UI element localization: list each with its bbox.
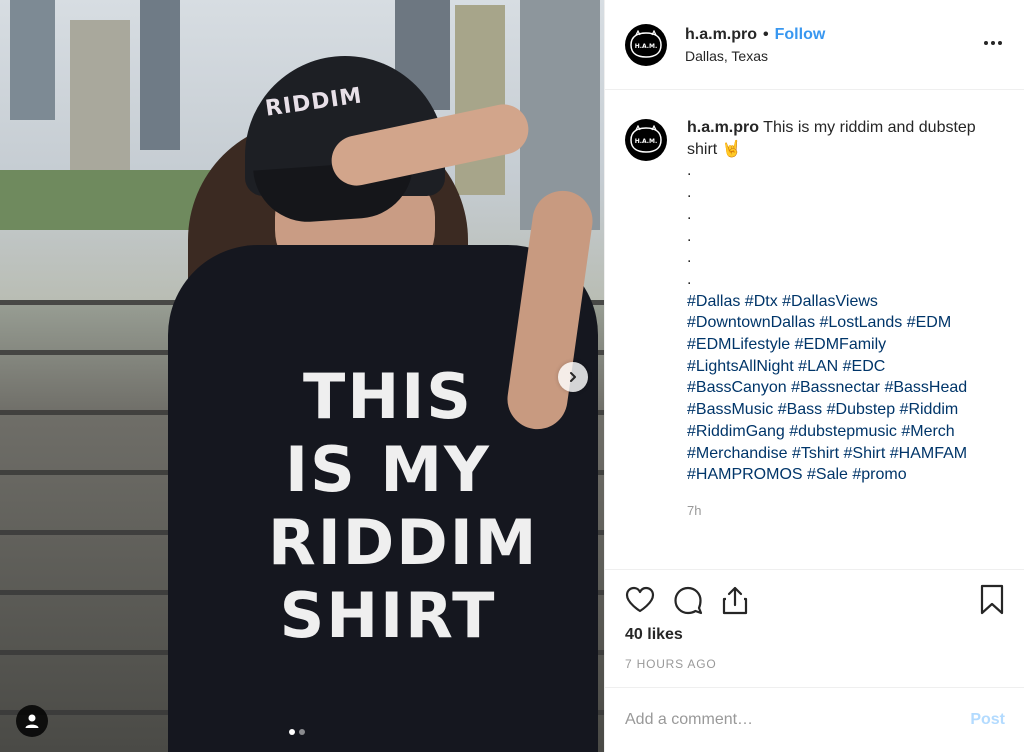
- bookmark-icon: [980, 584, 1004, 615]
- heart-icon: [625, 586, 655, 613]
- share-button[interactable]: [721, 585, 749, 615]
- comment-button[interactable]: [673, 585, 703, 615]
- more-options-button[interactable]: [982, 32, 1004, 59]
- save-button[interactable]: [979, 584, 1005, 616]
- building: [140, 0, 180, 150]
- avatar[interactable]: H.A.M.: [625, 119, 667, 161]
- comment-icon: [674, 586, 703, 615]
- share-icon: [722, 586, 748, 615]
- ham-logo-icon: H.A.M.: [630, 125, 662, 153]
- separator-dot: •: [763, 25, 769, 43]
- carousel-indicator: [289, 729, 305, 735]
- post-timestamp[interactable]: 7 HOURS AGO: [625, 657, 1005, 671]
- follow-button[interactable]: Follow: [775, 26, 826, 44]
- hashtags[interactable]: #Dallas #Dtx #DallasViews #DowntownDalla…: [687, 291, 983, 486]
- post-header: H.A.M. h.a.m.pro • Follow Dallas, Texas: [605, 0, 1024, 90]
- caption-dot: .: [687, 162, 692, 180]
- user-icon: [25, 714, 39, 728]
- post-sidebar: H.A.M. h.a.m.pro • Follow Dallas, Texas: [604, 0, 1024, 752]
- chevron-right-icon: [570, 372, 576, 382]
- comment-input[interactable]: [625, 711, 971, 729]
- building: [10, 0, 55, 120]
- caption-username[interactable]: h.a.m.pro: [687, 119, 759, 136]
- caption-dot: .: [687, 227, 692, 245]
- caption-timestamp: 7h: [687, 502, 702, 518]
- ham-logo-icon: H.A.M.: [630, 29, 662, 58]
- tagged-users-button[interactable]: [16, 705, 48, 737]
- carousel-dot: [299, 729, 305, 735]
- post-caption: h.a.m.pro This is my riddim and dubstep …: [687, 117, 983, 569]
- shirt-print-text: THIS IS MY RIDDIM SHIRT: [268, 360, 539, 653]
- post-actions: 40 likes 7 HOURS AGO: [605, 569, 1024, 687]
- carousel-dot-active: [289, 729, 295, 735]
- building: [455, 5, 505, 195]
- caption-dot: .: [687, 249, 692, 267]
- caption-dot: .: [687, 270, 692, 288]
- username-link[interactable]: h.a.m.pro: [685, 26, 757, 44]
- likes-count[interactable]: 40 likes: [625, 626, 1005, 644]
- caption-dot: .: [687, 205, 692, 223]
- caption-dot: .: [687, 184, 692, 202]
- svg-text:H.A.M.: H.A.M.: [635, 138, 658, 145]
- location-link[interactable]: Dallas, Texas: [685, 48, 825, 64]
- post-comment-button[interactable]: Post: [970, 711, 1005, 729]
- post-image[interactable]: RIDDIM THIS IS MY RIDDIM SHIRT: [0, 0, 604, 752]
- add-comment-form: Post: [605, 687, 1024, 752]
- comments-list[interactable]: H.A.M. h.a.m.pro This is my riddim and d…: [605, 91, 1024, 569]
- like-button[interactable]: [625, 586, 655, 614]
- next-image-button[interactable]: [558, 362, 588, 392]
- avatar[interactable]: H.A.M.: [625, 23, 667, 66]
- more-horizontal-icon: [984, 41, 1002, 45]
- svg-text:H.A.M.: H.A.M.: [635, 43, 658, 50]
